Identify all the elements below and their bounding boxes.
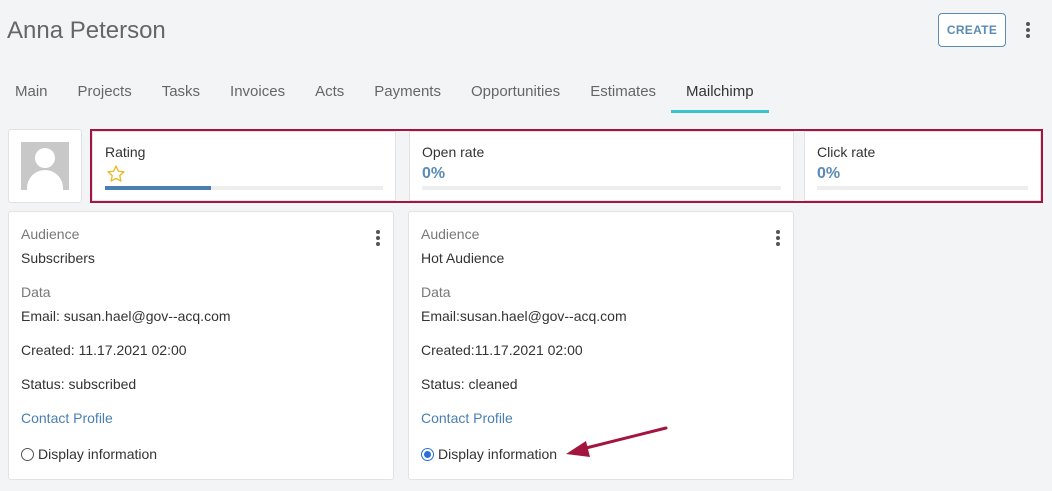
display-information-label: Display information xyxy=(38,446,158,462)
radio-button[interactable] xyxy=(21,447,34,461)
tab-tasks[interactable]: Tasks xyxy=(147,71,215,113)
more-vertical-icon[interactable] xyxy=(773,228,783,248)
tab-invoices[interactable]: Invoices xyxy=(215,71,300,113)
contact-profile-link[interactable]: Contact Profile xyxy=(421,410,513,426)
status-value: Status: subscribed xyxy=(21,376,137,392)
create-button[interactable]: CREATE xyxy=(938,13,1006,47)
tab-estimates[interactable]: Estimates xyxy=(575,71,671,113)
email-value: Email:susan.hael@gov--acq.com xyxy=(421,308,627,324)
tab-acts[interactable]: Acts xyxy=(300,71,359,113)
contact-profile-link[interactable]: Contact Profile xyxy=(21,410,113,426)
audience-label: Audience xyxy=(21,226,80,242)
created-value: Created: 11.17.2021 02:00 xyxy=(21,342,187,358)
stats-highlight-frame xyxy=(90,129,1043,203)
data-label: Data xyxy=(421,284,451,300)
page-title: Anna Peterson xyxy=(7,17,166,44)
tab-main[interactable]: Main xyxy=(0,71,63,113)
audience-name: Subscribers xyxy=(21,250,95,266)
audience-card: Audience Subscribers Data Email: susan.h… xyxy=(8,211,394,480)
audience-name: Hot Audience xyxy=(421,250,505,266)
avatar-placeholder-icon xyxy=(21,142,69,190)
email-value: Email: susan.hael@gov--acq.com xyxy=(21,308,231,324)
tab-opportunities[interactable]: Opportunities xyxy=(456,71,575,113)
data-label: Data xyxy=(21,284,51,300)
display-information-label: Display information xyxy=(438,446,558,462)
display-information-radio[interactable]: Display information xyxy=(421,446,557,462)
audience-label: Audience xyxy=(421,226,480,242)
more-vertical-icon[interactable] xyxy=(373,228,383,248)
more-vertical-icon[interactable] xyxy=(1023,20,1033,40)
tab-bar: Main Projects Tasks Invoices Acts Paymen… xyxy=(0,71,769,113)
avatar-card xyxy=(8,129,82,203)
status-value: Status: cleaned xyxy=(421,376,518,392)
tab-payments[interactable]: Payments xyxy=(359,71,456,113)
radio-button[interactable] xyxy=(421,447,434,461)
tab-mailchimp[interactable]: Mailchimp xyxy=(671,71,769,113)
annotation-arrow-icon xyxy=(566,426,668,457)
display-information-radio[interactable]: Display information xyxy=(21,446,157,462)
tab-projects[interactable]: Projects xyxy=(63,71,147,113)
created-value: Created:11.17.2021 02:00 xyxy=(421,342,583,358)
